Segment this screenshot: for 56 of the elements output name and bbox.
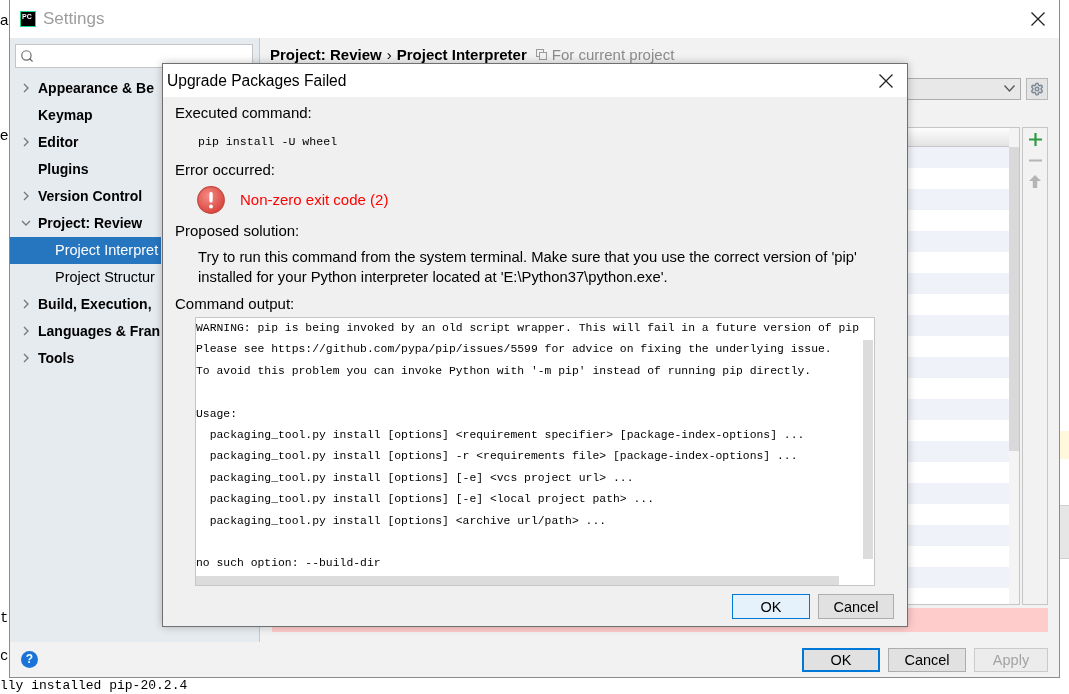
dialog-title: Upgrade Packages Failed [167, 71, 347, 90]
vertical-scrollbar[interactable] [1009, 127, 1019, 604]
tree-item[interactable]: Version Control [10, 182, 161, 210]
background-text: c [0, 648, 9, 664]
section-label: Command output: [175, 294, 295, 314]
horizontal-scrollbar[interactable] [196, 576, 839, 585]
solution-text: Try to run this command from the system terminal. Make sure that you use the correct version of 'pip' installed for your Python interpreter located at 'E:\Python37\python.exe'. [198, 248, 857, 287]
chevron-right-icon[interactable] [21, 326, 31, 337]
background-text: lly installed pip-20.2.4 [0, 678, 188, 694]
plus-icon[interactable] [1028, 132, 1042, 146]
interpreter-dropdown[interactable] [907, 77, 1021, 100]
tree-item[interactable]: Plugins [10, 155, 161, 183]
tree-item[interactable]: Keymap [10, 101, 161, 129]
scope-label: For current project [551, 46, 675, 63]
dialog-button[interactable]: OK [802, 647, 880, 672]
dialog-button[interactable]: OK [732, 594, 810, 619]
section-label: Proposed solution: [175, 221, 300, 241]
tree-item[interactable]: Project: Review [10, 209, 161, 237]
search-field[interactable] [15, 43, 253, 68]
background-text: a [0, 12, 9, 28]
tree-item[interactable]: Tools [10, 344, 161, 372]
chevron-right-icon[interactable] [21, 137, 31, 148]
tree-item[interactable]: Project Interpret [10, 236, 161, 264]
dialog-button[interactable]: Cancel [818, 594, 894, 619]
background-text: t [0, 610, 9, 626]
error-message: Non-zero exit code (2) [240, 190, 389, 210]
background-text: e [0, 127, 9, 143]
chevron-right-icon[interactable] [21, 83, 31, 94]
output-text: WARNING: pip is being invoked by an old script wrapper. This will fail in a future version of pip Please see https://github.com/pypa/pip/issues/5599 for advice on fixing the underlying issue. To avoid this problem you can invoke Python with '-m pip' instead of running pip directly. Usage: packaging_tool.py install [options] <requirement specifier> [package-index-options] ... packaging_tool.py install [options] -r <requirements file> [package-index-options] ... packaging_tool.py install [options] [-e] <vcs project url> ... packaging_tool.py install [options] [-e] <local project path> ... packaging_tool.py install [options] <archive url/path> ... no such option: --build-dir [196, 321, 860, 572]
close-icon[interactable] [879, 73, 893, 88]
dialog-button[interactable]: Cancel [888, 647, 966, 672]
settings-button[interactable] [1026, 77, 1048, 100]
search-icon [20, 48, 34, 63]
copy-icon [535, 49, 547, 61]
background-highlight [1060, 431, 1069, 459]
section-label: Error occurred: [175, 160, 276, 180]
tree-item[interactable]: Project Structur [10, 263, 161, 291]
close-icon[interactable] [1031, 11, 1045, 26]
breadcrumb-separator: › [386, 46, 392, 63]
vertical-scrollbar[interactable] [863, 340, 873, 559]
help-button[interactable]: ? [21, 651, 38, 668]
tree-item[interactable]: Appearance & Be [10, 74, 161, 102]
breadcrumb-item[interactable]: Project Interpreter [396, 46, 527, 63]
section-label: Executed command: [175, 103, 312, 123]
chevron-down-icon [1004, 85, 1015, 93]
error-icon [197, 186, 225, 214]
tree-item[interactable]: Languages & Fran [10, 317, 161, 345]
chevron-right-icon[interactable] [21, 299, 31, 310]
tree-item[interactable]: Build, Execution, [10, 290, 161, 318]
chevron-right-icon[interactable] [21, 353, 31, 364]
tree-item[interactable]: Editor [10, 128, 161, 156]
breadcrumb-item[interactable]: Project: Review [270, 46, 382, 63]
chevron-right-icon[interactable] [21, 191, 31, 202]
gear-icon [1030, 81, 1044, 96]
command-text: pip install -U wheel [198, 134, 338, 150]
window-title: Settings [43, 8, 106, 29]
